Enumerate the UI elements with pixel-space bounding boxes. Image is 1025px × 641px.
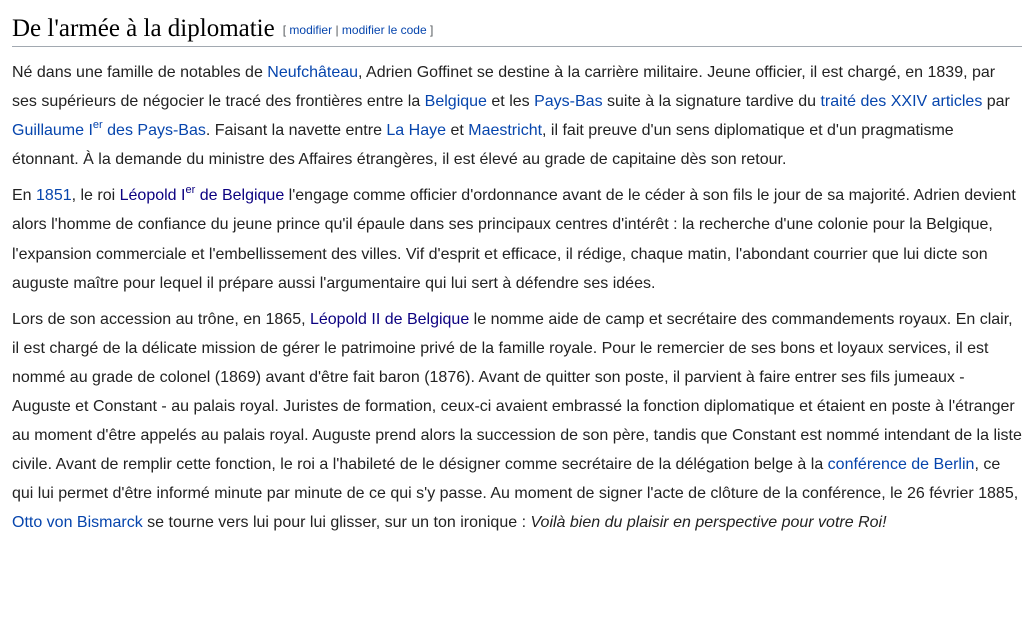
text: et xyxy=(446,122,469,140)
edit-bracket-open: [ xyxy=(282,23,287,37)
text: suite à la signature tardive du xyxy=(602,93,821,111)
article-page: De l'armée à la diplomatie [ modifier | m… xyxy=(0,0,1025,641)
edit-section-links: [ modifier | modifier le code ] xyxy=(283,23,434,37)
section-content: Né dans une famille de notables de Neufc… xyxy=(12,58,1024,545)
edit-link[interactable]: modifier xyxy=(289,23,332,37)
superscript: er xyxy=(92,119,103,132)
edit-bracket-close: ] xyxy=(429,23,434,37)
link-text: de Belgique xyxy=(195,187,285,205)
bismarck-quote: Voilà bien du plaisir en perspective pou… xyxy=(530,514,887,532)
text: En xyxy=(12,187,37,205)
edit-source-link[interactable]: modifier le code xyxy=(342,23,427,37)
link-traite-xxiv-articles[interactable]: traité des XXIV articles xyxy=(820,93,982,110)
link-conference-berlin[interactable]: conférence de Berlin xyxy=(828,456,975,473)
link-otto-von-bismarck[interactable]: Otto von Bismarck xyxy=(12,514,143,531)
text: . Faisant la navette entre xyxy=(205,122,387,140)
text: le nomme aide de camp et secrétaire des … xyxy=(12,310,1022,474)
link-leopold-ii[interactable]: Léopold II de Belgique xyxy=(310,311,469,328)
link-neufchateau[interactable]: Neufchâteau xyxy=(267,64,358,81)
text: et les xyxy=(486,93,535,111)
link-text: des Pays-Bas xyxy=(102,122,206,140)
text: Né dans une famille de notables de xyxy=(12,64,268,81)
paragraph-3: Lors de son accession au trône, en 1865,… xyxy=(12,305,1024,538)
link-maestricht[interactable]: Maestricht xyxy=(468,122,542,139)
text: se tourne vers lui pour lui glisser, sur… xyxy=(142,514,531,532)
text: , le roi xyxy=(71,187,120,205)
section-title: De l'armée à la diplomatie xyxy=(12,15,275,42)
link-guillaume-ier[interactable]: Guillaume Ier des Pays-Bas xyxy=(12,119,206,140)
link-belgique[interactable]: Belgique xyxy=(425,93,487,110)
superscript: er xyxy=(185,184,196,197)
text: Lors de son accession au trône, en 1865, xyxy=(12,310,310,328)
link-text: Guillaume I xyxy=(12,122,93,140)
section-heading: De l'armée à la diplomatie [ modifier | m… xyxy=(12,14,1022,47)
link-leopold-ier[interactable]: Léopold Ier de Belgique xyxy=(119,184,285,205)
paragraph-1: Né dans une famille de notables de Neufc… xyxy=(12,58,1024,174)
link-text: Léopold I xyxy=(119,187,186,205)
link-la-haye[interactable]: La Haye xyxy=(386,122,446,139)
text: par xyxy=(982,93,1010,111)
paragraph-2: En 1851, le roi Léopold Ier de Belgique … xyxy=(12,181,1024,297)
link-1851[interactable]: 1851 xyxy=(36,187,72,204)
link-pays-bas[interactable]: Pays-Bas xyxy=(534,93,602,110)
edit-separator: | xyxy=(335,23,339,37)
